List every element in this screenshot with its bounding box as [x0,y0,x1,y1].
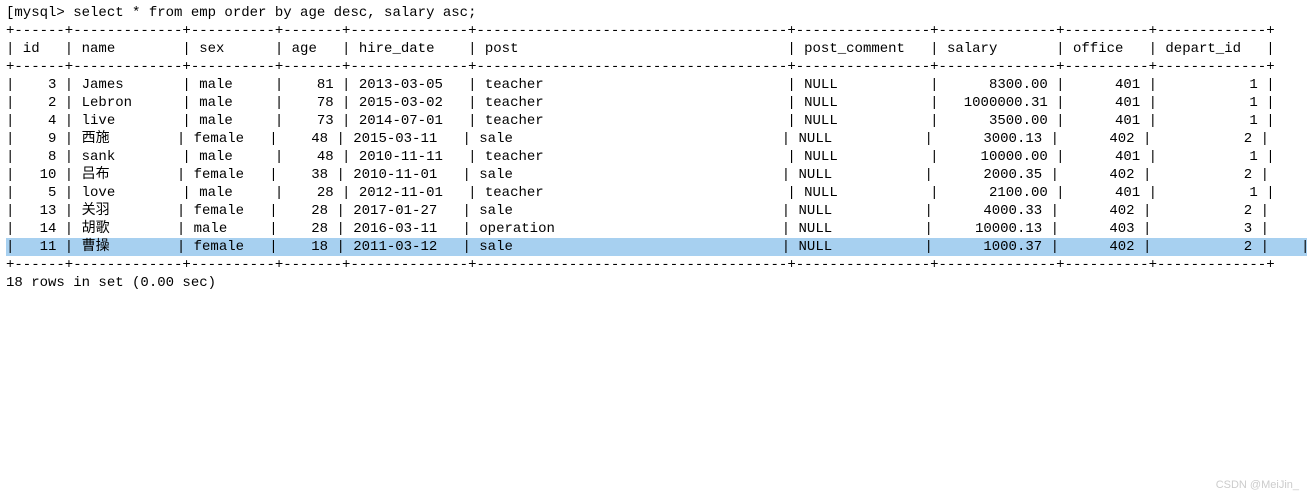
terminal-output: [mysql> select * from emp order by age d… [6,4,1301,292]
separator: +------+-------------+----------+-------… [6,22,1301,40]
separator: +------+-------------+----------+-------… [6,256,1301,274]
table-row: | 9 | 西施 | female | 48 | 2015-03-11 | sa… [6,130,1301,148]
table-row: | 2 | Lebron | male | 78 | 2015-03-02 | … [6,94,1301,112]
table-row: | 13 | 关羽 | female | 28 | 2017-01-27 | s… [6,202,1301,220]
table-row: | 12 | 张飞 | female | 18 | 2016-05-13 | s… [1301,238,1307,256]
separator: +------+-------------+----------+-------… [6,58,1301,76]
query-line: [mysql> select * from emp order by age d… [6,4,1301,22]
table-row: | 8 | sank | male | 48 | 2010-11-11 | te… [6,148,1301,166]
watermark: CSDN @MeiJin_ [1216,476,1299,494]
table-row: | 4 | live | male | 73 | 2014-07-01 | te… [6,112,1301,130]
footer-line: 18 rows in set (0.00 sec) [6,274,1301,292]
table-row: | 3 | James | male | 81 | 2013-03-05 | t… [6,76,1301,94]
table-row: | 14 | 胡歌 | male | 28 | 2016-03-11 | ope… [6,220,1301,238]
table-row: | 10 | 吕布 | female | 38 | 2010-11-01 | s… [6,166,1301,184]
table-row: | 5 | love | male | 28 | 2012-11-01 | te… [6,184,1301,202]
table-row: | 11 | 曹操 | female | 18 | 2011-03-12 | s… [6,238,1301,256]
header-row: | id | name | sex | age | hire_date | po… [6,40,1301,58]
